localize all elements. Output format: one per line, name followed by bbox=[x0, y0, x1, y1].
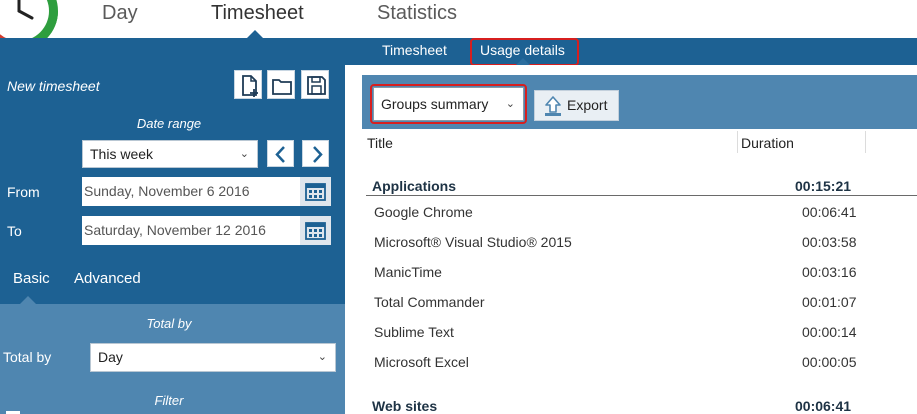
new-timesheet-button[interactable] bbox=[234, 70, 262, 99]
active-subtab-pointer bbox=[516, 58, 530, 65]
next-period-button[interactable] bbox=[302, 140, 329, 167]
save-timesheet-button[interactable] bbox=[301, 70, 329, 99]
group-title: Web sites bbox=[372, 398, 438, 414]
group-duration: 00:15:21 bbox=[795, 178, 852, 194]
folder-icon bbox=[272, 79, 292, 95]
tab-timesheet[interactable]: Timesheet bbox=[211, 2, 304, 25]
row-duration: 00:01:07 bbox=[802, 294, 857, 310]
new-timesheet-title: New timesheet bbox=[7, 78, 100, 94]
previous-period-button[interactable] bbox=[267, 140, 294, 167]
column-divider[interactable] bbox=[737, 131, 738, 153]
row-title: Microsoft® Visual Studio® 2015 bbox=[374, 234, 572, 250]
filter-heading: Filter bbox=[154, 393, 184, 408]
save-icon bbox=[307, 76, 326, 95]
timesheet-sidebar: New timesheet Date range This week ⌄ Fro… bbox=[0, 65, 345, 414]
from-date-field[interactable]: Sunday, November 6 2016 bbox=[82, 177, 300, 206]
row-duration: 00:06:41 bbox=[802, 204, 857, 220]
sub-navigation: Timesheet Usage details bbox=[0, 38, 917, 65]
to-calendar-button[interactable] bbox=[300, 216, 331, 245]
total-by-value: Day bbox=[98, 349, 123, 365]
column-header-title[interactable]: Title bbox=[367, 135, 393, 151]
calendar-icon bbox=[305, 222, 326, 240]
top-navigation: Day Timesheet Statistics bbox=[0, 0, 917, 50]
to-label: To bbox=[7, 223, 22, 239]
new-document-icon bbox=[242, 75, 258, 97]
from-date-value: Sunday, November 6 2016 bbox=[84, 183, 250, 199]
export-label: Export bbox=[567, 97, 608, 113]
row-title: Sublime Text bbox=[374, 324, 454, 340]
row-title: ManicTime bbox=[374, 264, 442, 280]
total-by-heading: Total by bbox=[146, 316, 192, 331]
from-calendar-button[interactable] bbox=[300, 177, 331, 206]
tab-day[interactable]: Day bbox=[102, 2, 138, 25]
total-by-label: Total by bbox=[3, 349, 52, 365]
chevron-down-icon: ⌄ bbox=[239, 148, 249, 160]
row-duration: 00:00:05 bbox=[802, 354, 857, 370]
column-divider[interactable] bbox=[865, 131, 866, 153]
active-sidebar-tab-pointer bbox=[20, 296, 36, 304]
open-timesheet-button[interactable] bbox=[267, 70, 295, 99]
row-duration: 00:00:14 bbox=[802, 324, 857, 340]
to-date-value: Saturday, November 12 2016 bbox=[84, 222, 266, 238]
calendar-icon bbox=[305, 183, 326, 201]
usage-details-panel: Groups summary ⌄ Export Title Duration A… bbox=[362, 65, 917, 414]
export-button[interactable]: Export bbox=[534, 90, 619, 121]
column-header-duration[interactable]: Duration bbox=[741, 135, 794, 151]
group-title: Applications bbox=[372, 178, 457, 194]
group-divider bbox=[366, 195, 917, 196]
row-title: Google Chrome bbox=[374, 204, 473, 220]
sidebar-tab-advanced[interactable]: Advanced bbox=[74, 270, 141, 287]
row-duration: 00:03:16 bbox=[802, 264, 857, 280]
chevron-right-icon bbox=[313, 146, 323, 163]
tab-statistics[interactable]: Statistics bbox=[377, 2, 457, 25]
date-range-heading: Date range bbox=[136, 116, 202, 131]
chevron-left-icon bbox=[275, 146, 285, 163]
from-label: From bbox=[7, 184, 40, 200]
group-duration: 00:06:41 bbox=[795, 398, 852, 414]
total-by-select[interactable]: Day ⌄ bbox=[90, 343, 336, 372]
row-duration: 00:03:58 bbox=[802, 234, 857, 250]
active-tab-pointer bbox=[247, 30, 263, 38]
row-title: Microsoft Excel bbox=[374, 354, 469, 370]
chevron-down-icon: ⌄ bbox=[317, 351, 327, 363]
sidebar-tab-basic[interactable]: Basic bbox=[13, 270, 50, 287]
date-range-value: This week bbox=[90, 146, 154, 162]
basic-options-panel: Total by Total by Day ⌄ Filter bbox=[0, 304, 345, 414]
subtab-timesheet[interactable]: Timesheet bbox=[382, 42, 447, 58]
row-title: Total Commander bbox=[374, 294, 485, 310]
date-range-select[interactable]: This week ⌄ bbox=[82, 140, 258, 168]
upload-icon bbox=[545, 96, 561, 116]
groups-summary-highlight bbox=[370, 84, 527, 124]
to-date-field[interactable]: Saturday, November 12 2016 bbox=[82, 216, 300, 245]
usage-toolbar: Groups summary ⌄ Export bbox=[362, 75, 917, 129]
